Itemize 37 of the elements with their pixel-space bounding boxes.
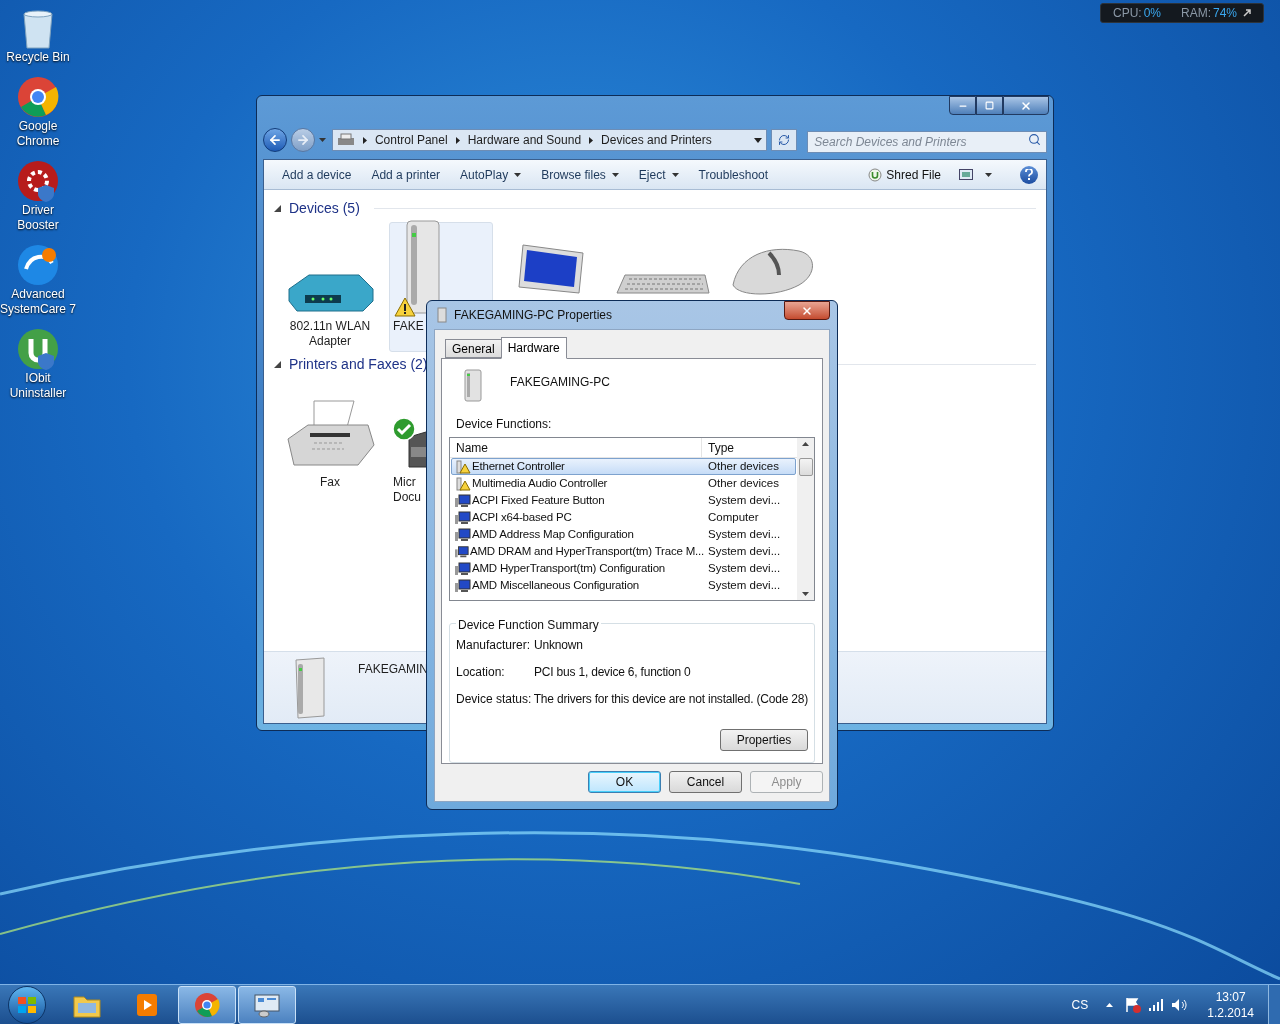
device-function-type: System devi... xyxy=(707,543,781,559)
device-label: 802.11n WLAN xyxy=(289,319,371,334)
field-value: PCI bus 1, device 6, function 0 xyxy=(534,664,691,681)
field-label: Manufacturer: xyxy=(456,637,532,654)
device-label: Fax xyxy=(320,475,340,490)
date-text: 1.2.2014 xyxy=(1207,1004,1254,1021)
device-function-name: ACPI Fixed Feature Button xyxy=(472,492,605,508)
cpu-value: 0% xyxy=(1143,5,1161,22)
device-function-name: AMD Address Map Configuration xyxy=(472,526,634,542)
device-label: Docu xyxy=(393,490,421,505)
ram-label: RAM: xyxy=(1181,5,1211,22)
field-value: Unknown xyxy=(534,637,583,654)
device-label: FAKE xyxy=(393,319,424,334)
device-label: Micr xyxy=(393,475,416,490)
device-label: Adapter xyxy=(309,334,351,349)
device-function-type: System devi... xyxy=(707,560,781,576)
device-function-type: Computer xyxy=(707,509,759,525)
device-function-type: System devi... xyxy=(707,577,781,593)
device-function-name: AMD HyperTransport(tm) Configuration xyxy=(472,560,666,576)
device-function-type: Other devices xyxy=(707,475,779,491)
device-name: FAKEGAMIN xyxy=(358,661,428,678)
device-function-name: AMD Miscellaneous Configuration xyxy=(472,577,640,593)
cpu-label: CPU: xyxy=(1113,5,1142,22)
time-text: 13:07 xyxy=(1215,988,1246,1005)
device-function-name: Multimedia Audio Controller xyxy=(472,475,608,491)
section-label: Device Functions: xyxy=(456,416,553,433)
device-function-name: Ethernet Controller xyxy=(472,458,565,474)
device-function-type: System devi... xyxy=(707,526,781,542)
device-name: FAKEGAMING-PC xyxy=(510,374,610,391)
field-value: The drivers for this device are not installed. (Code 28) xyxy=(533,691,808,708)
device-function-name: AMD DRAM and HyperTransport(tm) Trace M... xyxy=(470,543,704,559)
device-function-type: System devi... xyxy=(707,492,781,508)
device-function-type: Other devices xyxy=(707,458,779,474)
field-label: Device status: xyxy=(456,691,533,708)
ram-value: 74% xyxy=(1213,5,1238,22)
field-label: Location: xyxy=(456,664,506,681)
device-function-name: ACPI x64-based PC xyxy=(472,509,572,525)
